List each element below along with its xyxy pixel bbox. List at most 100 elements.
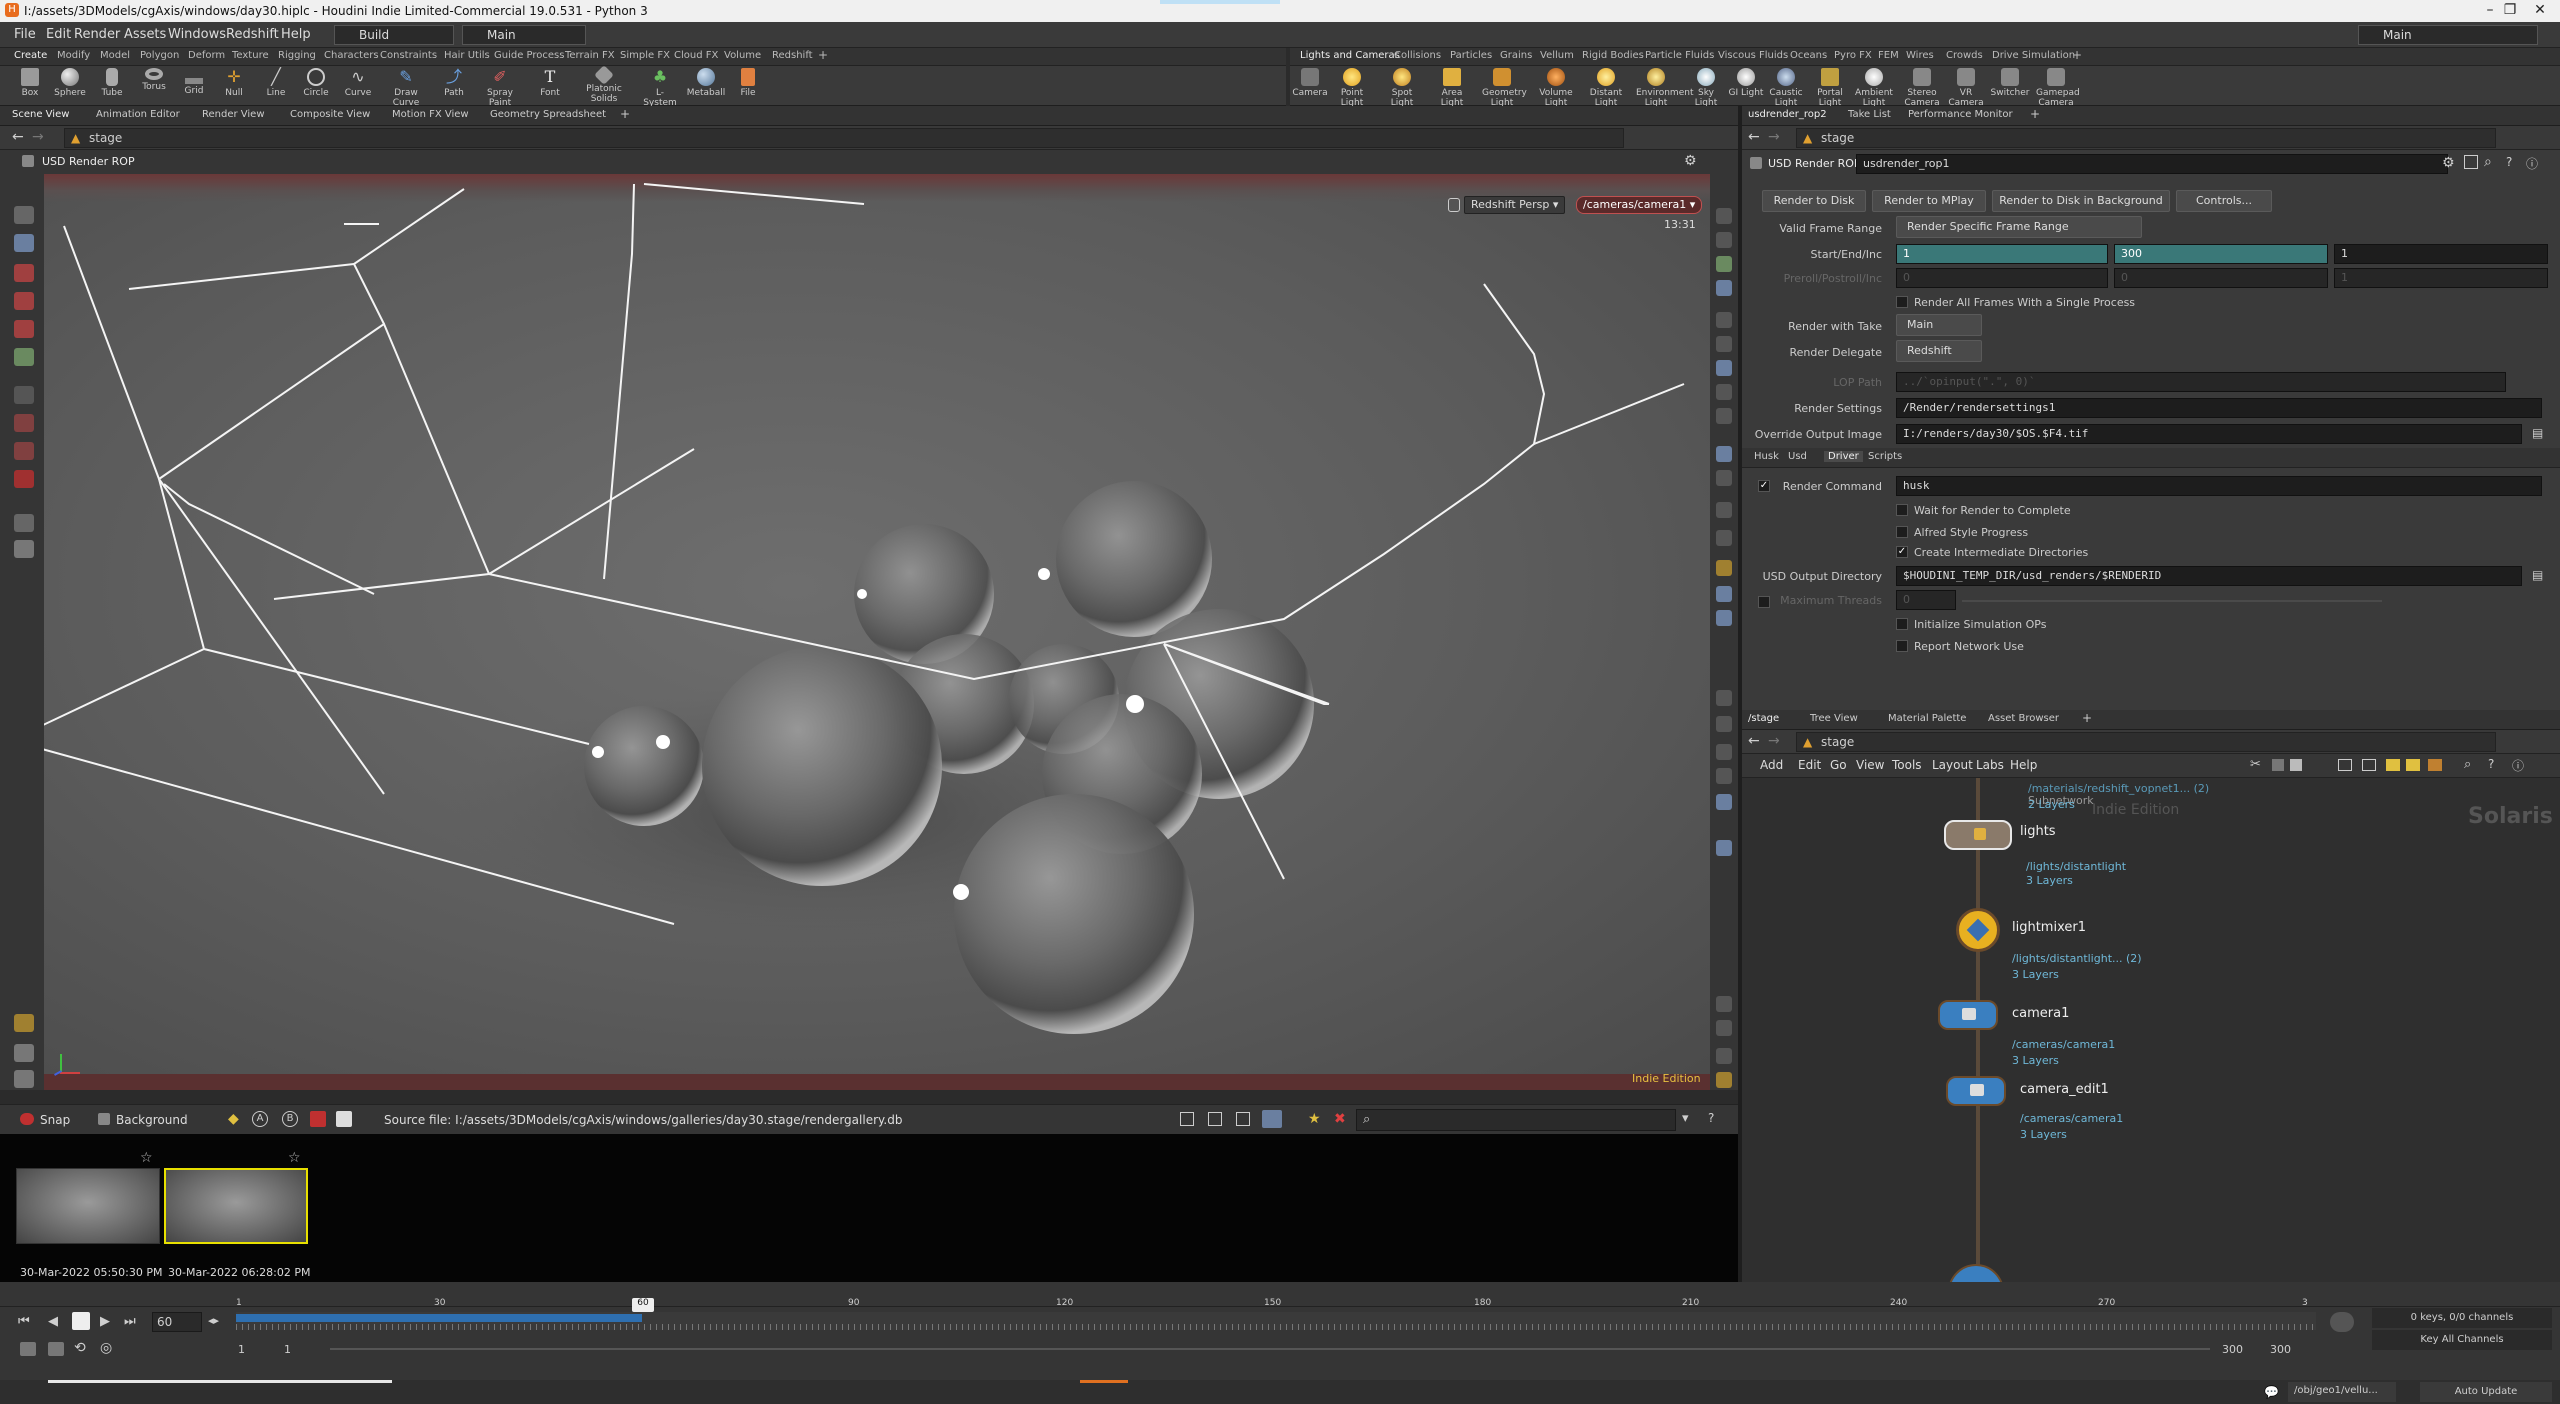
shelf-tab-guide-process[interactable]: Guide Process [494,50,564,61]
network-search-icon[interactable]: ⌕ [2464,757,2471,772]
network-menu-tools[interactable]: Tools [1892,758,1922,772]
tool-sky-light[interactable]: Sky Light [1686,68,1726,108]
tool-tube[interactable]: Tube [92,68,132,98]
shelf-tab-drive-simulation[interactable]: Drive Simulation [1992,50,2075,61]
shading-icon[interactable] [1716,560,1732,576]
menu-edit[interactable]: Edit [46,27,71,42]
take-dropdown[interactable]: Main [1896,314,1982,336]
shelf-tab-rigging[interactable]: Rigging [278,50,316,61]
network-forward-icon[interactable]: → [1768,733,1780,749]
render-settings-field[interactable]: /Render/rendersettings1 [1896,398,2542,418]
param-help-icon[interactable]: ? [2506,155,2512,169]
menu-assets[interactable]: Assets [124,27,166,42]
network-sticky-icon[interactable] [2386,759,2400,771]
info-icon[interactable] [1716,1048,1732,1064]
b-icon[interactable]: B [282,1111,298,1127]
tool-font[interactable]: T Font [530,68,570,99]
renderer-dropdown[interactable]: Redshift Persp ▾ [1464,196,1566,214]
refresh-icon[interactable]: ⟲ [74,1340,86,1356]
tab-usdrender-rop2[interactable]: usdrender_rop2 [1748,109,1827,120]
playhead[interactable]: 60 [632,1298,654,1312]
grid-medium-icon[interactable] [1208,1112,1222,1126]
param-info-icon[interactable]: ⓘ [2526,155,2538,172]
quad-view-icon[interactable] [1716,1020,1732,1036]
gallery-menu-icon[interactable]: ▾ [1682,1111,1689,1126]
network-color-icon[interactable] [2428,759,2442,771]
tool-ambient-light[interactable]: Ambient Light [1854,68,1894,108]
tool-file[interactable]: File [728,68,768,98]
handle-icon[interactable] [14,264,34,282]
scale-icon[interactable] [14,348,34,366]
network-help-icon[interactable]: ? [2488,757,2494,771]
param-gear-icon[interactable]: ⚙ [2442,155,2455,171]
tool-distant-light[interactable]: Distant Light [1586,68,1626,108]
brush-icon[interactable] [14,414,34,432]
shelf-tab-hair-utils[interactable]: Hair Utils [444,50,490,61]
render-command-field[interactable]: husk [1896,476,2542,496]
camera-tool-icon[interactable] [14,540,34,558]
measure-icon[interactable] [14,1070,34,1088]
normals-icon[interactable] [1716,360,1732,376]
menu-help[interactable]: Help [281,27,311,42]
close-button[interactable]: ✕ [2520,2,2560,20]
tool-gamepad-camera[interactable]: Gamepad Camera [2036,68,2080,108]
tool-draw-curve[interactable]: ✎ Draw Curve [386,68,426,109]
shelf-tab-viscous-fluids[interactable]: Viscous Fluids [1718,50,1788,61]
gallery-help-icon[interactable]: ? [1708,1111,1714,1125]
lighting-icon[interactable] [1716,610,1732,626]
lock-icon[interactable] [14,234,34,252]
list-view-icon[interactable] [1262,1110,1282,1128]
tool-path[interactable]: ⤴ Path [434,68,474,99]
tab-performance-monitor[interactable]: Performance Monitor [1908,109,2013,120]
alfred-checkbox[interactable] [1896,526,1908,538]
filter-icon[interactable]: ★ [1308,1111,1321,1127]
add-pane-tab-button[interactable]: + [620,107,630,121]
magnet-icon[interactable] [14,470,34,488]
tool-point-light[interactable]: Point Light [1332,68,1372,108]
snapshot-icon[interactable] [1716,384,1732,400]
loop-icon[interactable] [48,1342,64,1356]
paint-icon[interactable] [14,442,34,460]
home-icon[interactable] [1716,840,1732,856]
range-slider[interactable] [330,1348,2210,1350]
tool-switcher[interactable]: Switcher [1990,68,2030,98]
camera-display-icon[interactable] [1716,530,1732,546]
network-snap-icon[interactable] [2272,759,2284,771]
menu-windows[interactable]: Windows [168,27,226,42]
tool-line[interactable]: ╱ Line [256,68,296,99]
snap-button[interactable]: Snap [40,1113,70,1127]
tab-animation-editor[interactable]: Animation Editor [96,109,180,120]
play-reverse-icon[interactable]: ◀ [48,1314,58,1329]
shelf-tab-particle-fluids[interactable]: Particle Fluids [1645,50,1714,61]
tool-gi-light[interactable]: GI Light [1726,68,1766,98]
sync-icon[interactable]: ◎ [100,1340,112,1356]
shelf-tab-crowds[interactable]: Crowds [1946,50,1983,61]
end-frame-field[interactable]: 300 [2114,244,2328,264]
tool-camera[interactable]: Camera [1290,68,1330,98]
context-dropdown[interactable]: Main [462,25,586,45]
shelf-add-tab-right-button[interactable]: + [2072,48,2082,62]
clear-filter-icon[interactable]: ✖ [1334,1111,1346,1127]
visibility-icon[interactable] [1716,232,1732,248]
single-process-checkbox[interactable] [1896,296,1908,308]
shelf-add-tab-button[interactable]: + [818,48,828,62]
shelf-tab-lights-cameras[interactable]: Lights and Cameras [1300,50,1400,61]
shelf-tab-create[interactable]: Create [14,50,47,61]
tab-geometry-spreadsheet[interactable]: Geometry Spreadsheet [490,109,606,120]
grid-small-icon[interactable] [1180,1112,1194,1126]
start-frame-field[interactable]: 1 [1896,244,2108,264]
key-all-channels-dropdown[interactable]: Key All Channels [2372,1330,2552,1350]
tab-material-palette[interactable]: Material Palette [1888,713,1966,724]
usd-output-dir-field[interactable]: $HOUDINI_TEMP_DIR/usd_renders/$RENDERID [1896,566,2522,586]
forward-arrow-icon[interactable]: → [32,129,44,145]
shelf-tab-simple-fx[interactable]: Simple FX [620,50,670,61]
intermediate-checkbox[interactable]: ✓ [1896,546,1908,558]
ortho-icon[interactable] [1716,768,1732,784]
shelf-tab-constraints[interactable]: Constraints [380,50,437,61]
pose-icon[interactable] [14,386,34,404]
realtime-icon[interactable] [20,1342,36,1356]
network-menu-edit[interactable]: Edit [1798,758,1821,772]
network-menu-layout[interactable]: Layout [1932,758,1973,772]
network-menu-view[interactable]: View [1856,758,1884,772]
gallery-thumbnail-selected[interactable] [164,1168,308,1244]
